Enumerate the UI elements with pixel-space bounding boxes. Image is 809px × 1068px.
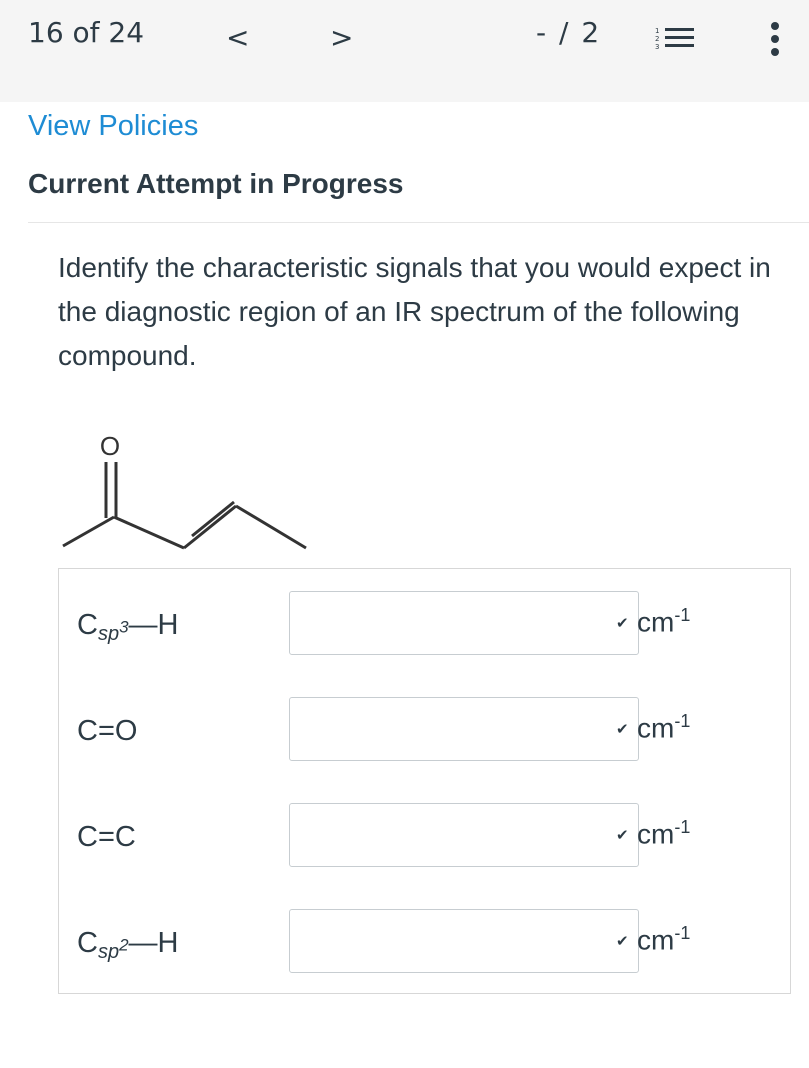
signal-dropdown[interactable] [289, 697, 639, 761]
list-number-1: 1 [655, 27, 659, 35]
unit-label: cm-1 [637, 605, 691, 638]
question-counter: 16 of 24 [28, 16, 145, 49]
numbered-list-icon[interactable]: 1 2 3 [654, 27, 694, 49]
unit-label: cm-1 [637, 711, 691, 744]
signal-dropdown[interactable] [289, 591, 639, 655]
previous-question-button[interactable]: < [226, 21, 249, 54]
chevron-down-icon: ✔ [616, 933, 629, 950]
answer-table: Csp3—H ✔ cm-1 C=O ✔ cm-1 C=C ✔ cm-1 Csp2… [58, 568, 791, 994]
signal-row-c-c: C=C ✔ cm-1 [59, 803, 790, 869]
signal-dropdown[interactable] [289, 803, 639, 867]
list-number-2: 2 [655, 35, 659, 43]
unit-label: cm-1 [637, 923, 691, 956]
unit-label: cm-1 [637, 817, 691, 850]
divider [28, 222, 809, 223]
signal-row-csp2-h: Csp2—H ✔ cm-1 [59, 909, 790, 975]
list-number-3: 3 [655, 43, 659, 49]
kebab-icon[interactable] [770, 22, 780, 56]
oxygen-atom-label: O [100, 431, 120, 461]
view-policies-link[interactable]: View Policies [28, 110, 198, 143]
chevron-down-icon: ✔ [616, 827, 629, 844]
bond-label-csp2-h: Csp2—H [77, 927, 179, 963]
next-question-button[interactable]: > [330, 21, 353, 54]
score-display: - / 2 [536, 16, 602, 49]
question-text: Identify the characteristic signals that… [58, 252, 771, 371]
bond-label-c-o: C=O [77, 715, 138, 747]
bond-label-csp3-h: Csp3—H [77, 609, 179, 645]
signal-row-c-o: C=O ✔ cm-1 [59, 697, 790, 763]
chevron-down-icon: ✔ [616, 615, 629, 632]
signal-dropdown[interactable] [289, 909, 639, 973]
bond-label-c-c: C=C [77, 821, 136, 853]
molecule-structure: O [62, 431, 307, 550]
attempt-heading: Current Attempt in Progress [28, 168, 404, 199]
signal-row-csp3-h: Csp3—H ✔ cm-1 [59, 591, 790, 657]
chevron-down-icon: ✔ [616, 721, 629, 738]
top-navigation-bar: 16 of 24 < > - / 2 1 2 3 [0, 0, 809, 102]
